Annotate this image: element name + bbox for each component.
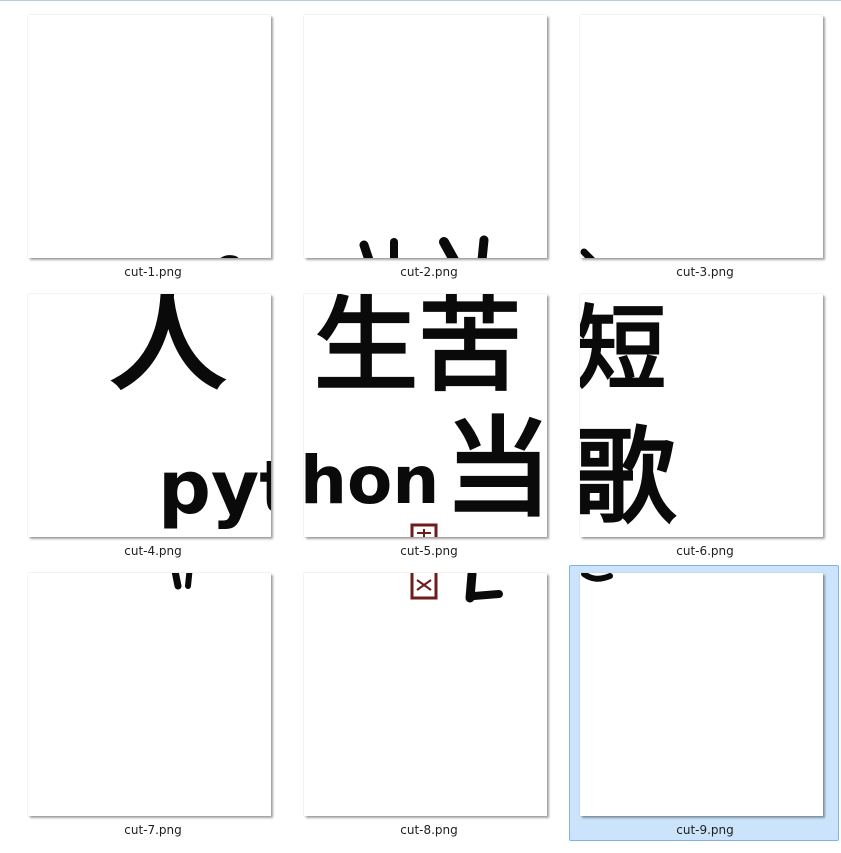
seal-stamp bbox=[410, 523, 438, 537]
thumbnail-cut-4: 人 pyt bbox=[28, 294, 271, 537]
file-item-cut-5[interactable]: 生苦 hon 当 cut-5.png bbox=[293, 280, 563, 558]
cut-6-image: 短 歌 bbox=[580, 296, 677, 537]
thumbnail-cut-9 bbox=[580, 573, 823, 816]
cut-2-image bbox=[359, 235, 489, 258]
cut-1-image bbox=[220, 255, 239, 258]
file-name-label: cut-6.png bbox=[676, 544, 734, 558]
file-name-label: cut-9.png bbox=[676, 823, 734, 837]
file-item-cut-9[interactable]: cut-9.png bbox=[569, 565, 839, 841]
cut-8-image bbox=[410, 573, 503, 603]
file-grid: cut-1.png cut-2.png cut-3.png 人 pyt cut-… bbox=[0, 0, 841, 853]
calligraphy-fragment: 生苦 bbox=[314, 294, 522, 406]
seal-stamp-bottom bbox=[410, 573, 438, 600]
thumbnail-cut-6: 短 歌 bbox=[580, 294, 823, 537]
file-item-cut-2[interactable]: cut-2.png bbox=[293, 1, 563, 279]
file-item-cut-4[interactable]: 人 pyt cut-4.png bbox=[17, 280, 287, 558]
file-name-label: cut-2.png bbox=[400, 265, 458, 279]
file-name-label: cut-7.png bbox=[124, 823, 182, 837]
file-item-cut-6[interactable]: 短 歌 cut-6.png bbox=[569, 280, 839, 558]
thumbnail-cut-7 bbox=[28, 573, 271, 816]
calligraphy-fragment: 歌 bbox=[580, 416, 677, 537]
cut-9-image bbox=[581, 573, 613, 582]
calligraphy-fragment: pyt bbox=[158, 445, 271, 531]
calligraphy-fragment: 人 bbox=[109, 294, 227, 407]
file-name-label: cut-5.png bbox=[400, 544, 458, 558]
thumbnail-cut-1 bbox=[28, 15, 271, 258]
file-item-cut-8[interactable]: cut-8.png bbox=[293, 559, 563, 837]
calligraphy-fragment: 短 bbox=[580, 296, 666, 403]
file-item-cut-7[interactable]: cut-7.png bbox=[17, 559, 287, 837]
thumbnail-cut-3 bbox=[580, 15, 823, 258]
cut-7-image bbox=[171, 573, 193, 590]
cut-5-image: 生苦 hon 当 bbox=[304, 294, 547, 537]
calligraphy-fragment: hon bbox=[304, 442, 439, 519]
file-item-cut-1[interactable]: cut-1.png bbox=[17, 1, 287, 279]
thumbnail-cut-5: 生苦 hon 当 bbox=[304, 294, 547, 537]
thumbnail-cut-8 bbox=[304, 573, 547, 816]
file-item-cut-3[interactable]: cut-3.png bbox=[569, 1, 839, 279]
file-name-label: cut-8.png bbox=[400, 823, 458, 837]
thumbnail-cut-2 bbox=[304, 15, 547, 258]
cut-3-image bbox=[580, 248, 595, 258]
calligraphy-fragment: 当 bbox=[444, 407, 547, 532]
file-name-label: cut-4.png bbox=[124, 544, 182, 558]
cut-4-image: 人 pyt bbox=[109, 294, 271, 531]
file-name-label: cut-3.png bbox=[676, 265, 734, 279]
file-name-label: cut-1.png bbox=[124, 265, 182, 279]
